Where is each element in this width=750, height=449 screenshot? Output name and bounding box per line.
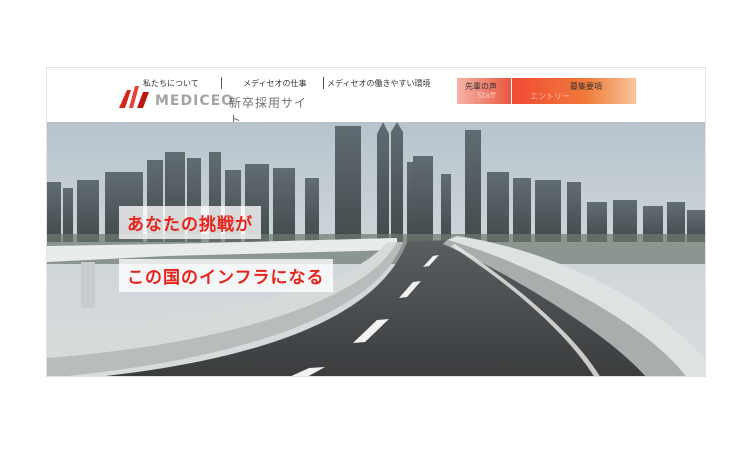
recruit-button-label: 募集要項 [570,82,602,91]
nav-work[interactable]: メディセオの仕事 [243,78,306,89]
logo-text: MEDICEO [155,93,235,109]
nav-environment[interactable]: メディセオの働きやすい環境 [327,78,430,89]
nav-divider [221,77,222,89]
hero-city-highway-image [47,122,705,376]
page-frame: MEDICEO 新卒採用サイト 私たちについて メディセオの仕事 メディセオの働… [46,67,706,377]
recruit-button-ghost: エントリー [530,92,570,101]
circle-arrow-icon [660,91,669,100]
voice-button-label: 先輩の声 [465,82,497,91]
nav-divider [323,77,324,89]
voice-button-ghost: Staff [477,91,496,100]
nav-about[interactable]: 私たちについて [143,78,199,89]
site-header: MEDICEO 新卒採用サイト 私たちについて メディセオの仕事 メディセオの働… [47,68,705,127]
hero-banner: あなたの挑戦が この国のインフラになる [47,122,705,376]
voice-button[interactable]: 先輩の声 Staff [457,78,511,104]
recruit-button[interactable]: 募集要項 エントリー [512,78,669,104]
hero-headline-2: この国のインフラになる [119,259,333,292]
hero-headline-1: あなたの挑戦が [119,206,261,239]
